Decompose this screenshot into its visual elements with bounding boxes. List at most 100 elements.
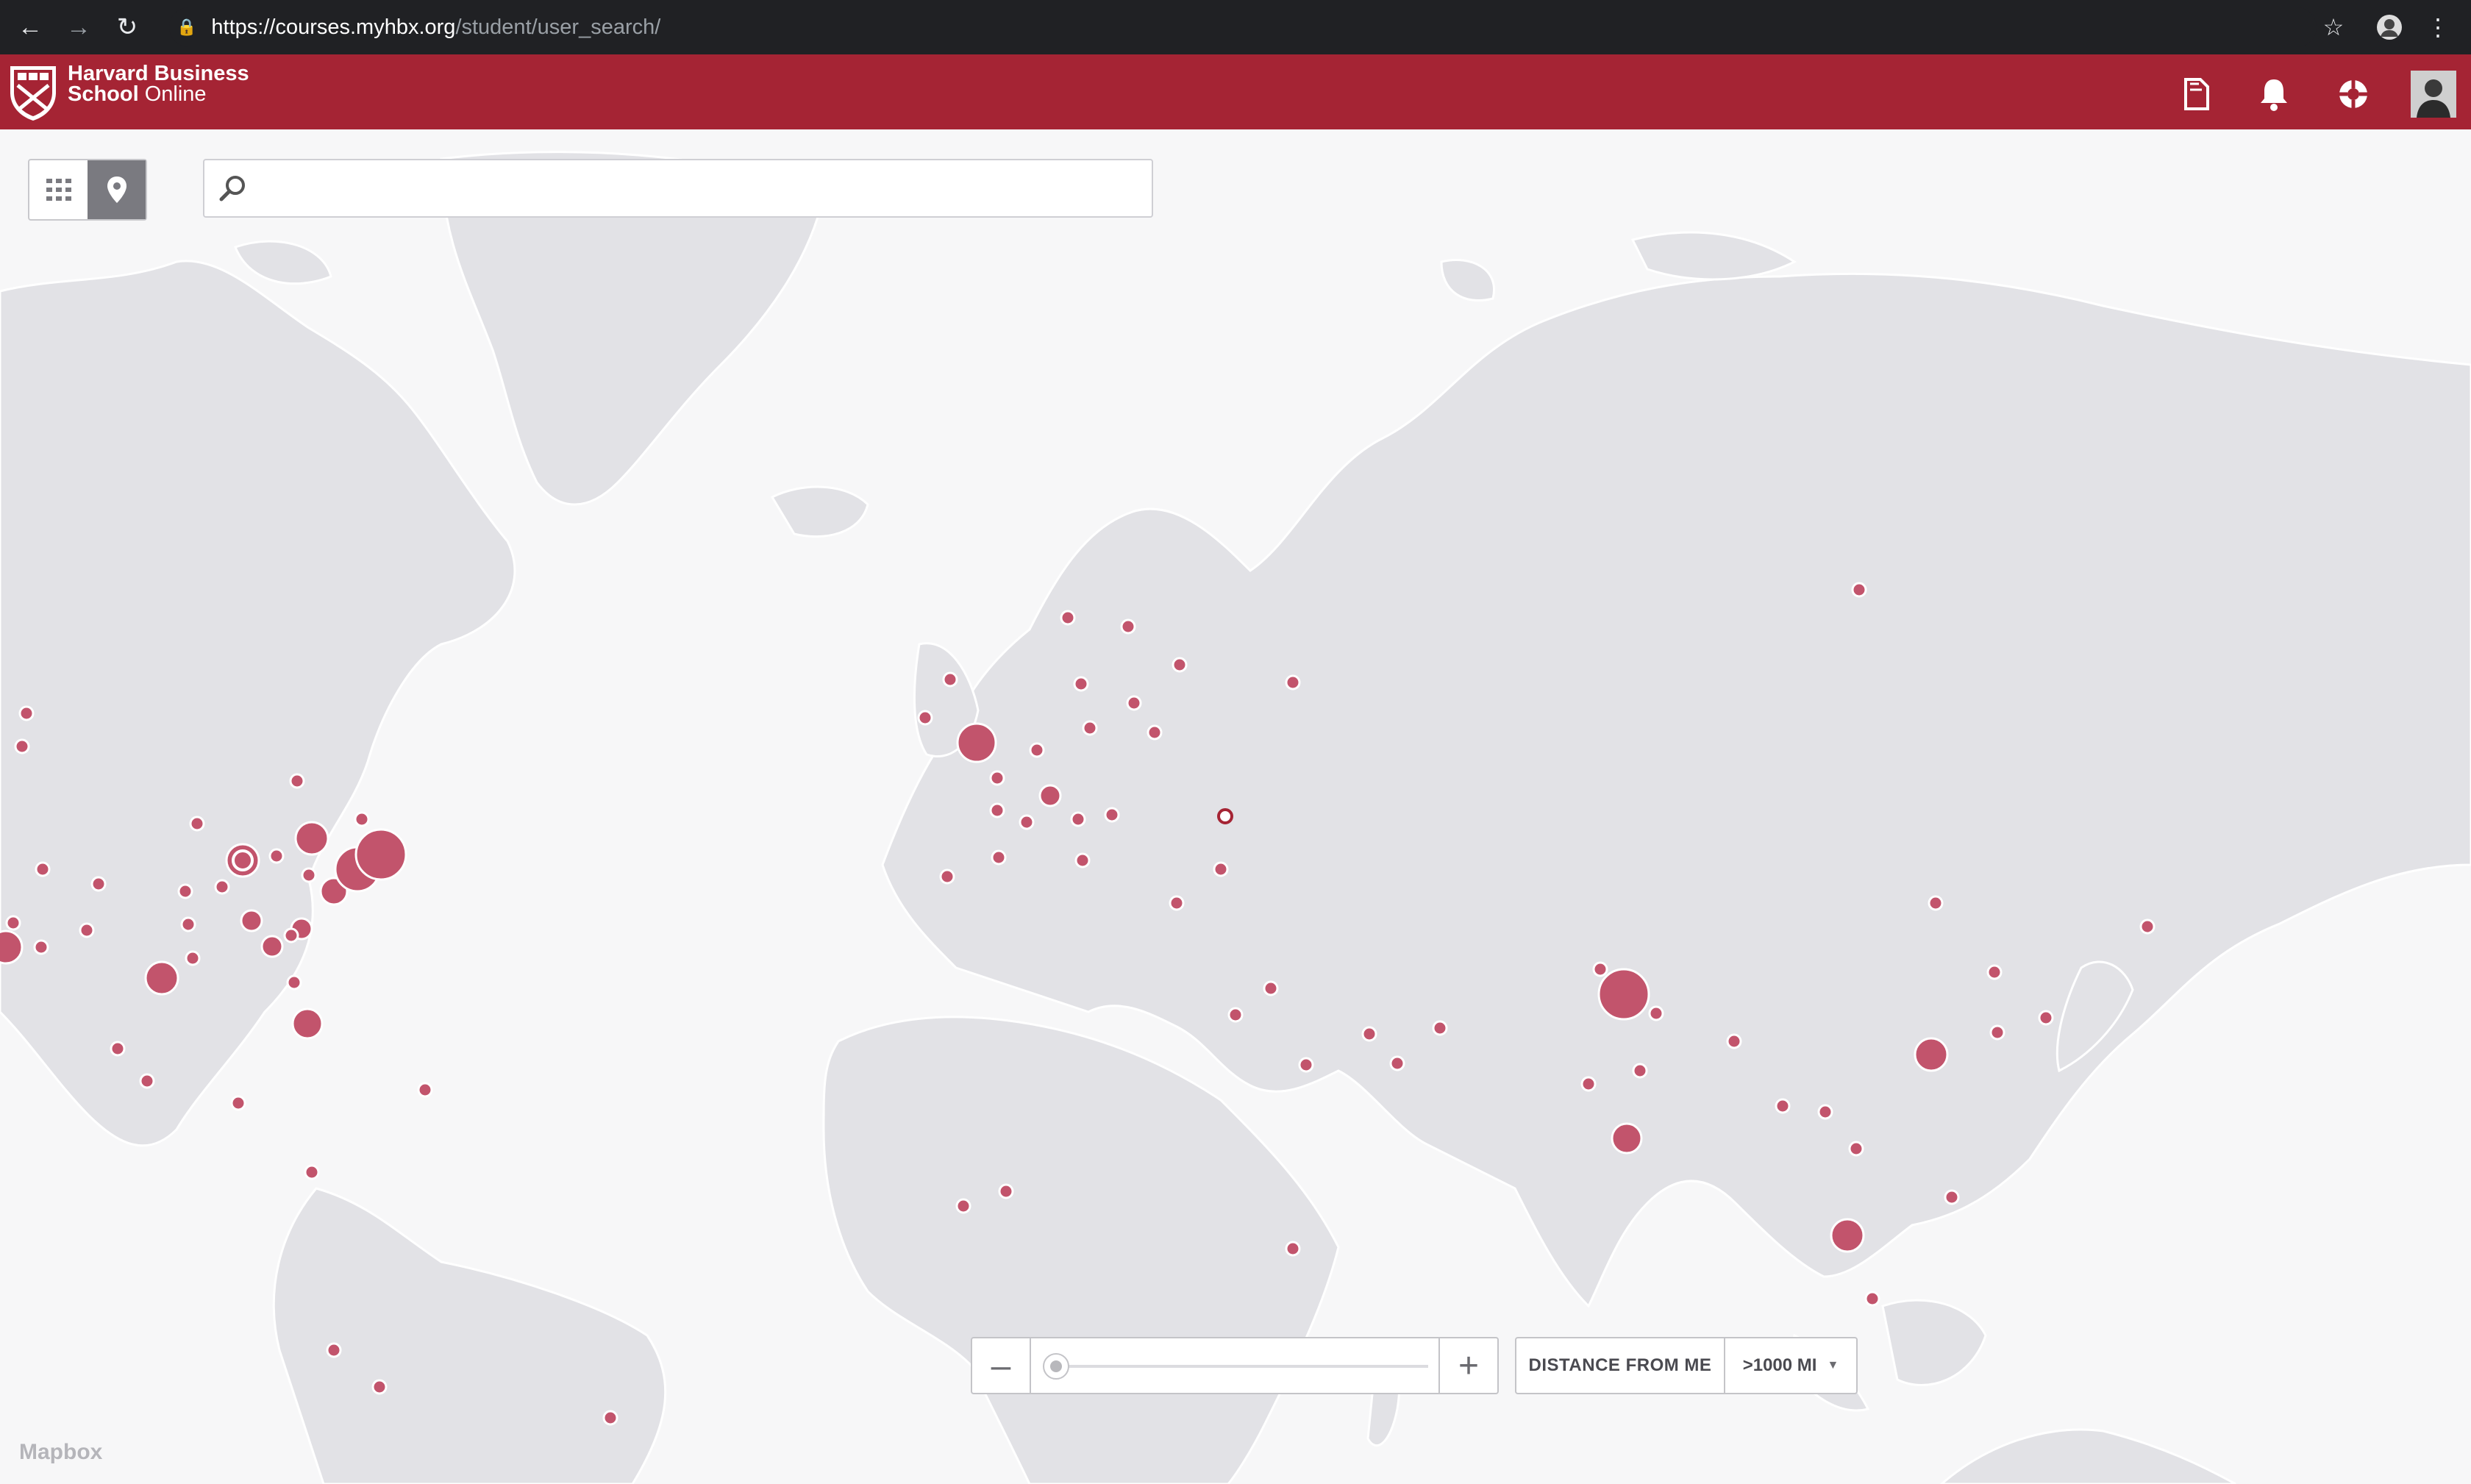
- member-marker[interactable]: [139, 1073, 155, 1089]
- member-marker[interactable]: [286, 974, 302, 991]
- member-marker[interactable]: [185, 950, 201, 966]
- grid-view-button[interactable]: [29, 160, 88, 219]
- distance-dropdown[interactable]: >1000 MI ▼: [1725, 1338, 1856, 1393]
- world-map[interactable]: [0, 129, 2471, 1484]
- member-marker[interactable]: [1361, 1026, 1377, 1042]
- member-marker[interactable]: [1944, 1189, 1960, 1205]
- member-marker[interactable]: [289, 773, 305, 789]
- member-marker[interactable]: [304, 1164, 320, 1180]
- member-marker[interactable]: [35, 861, 51, 877]
- member-marker[interactable]: [240, 909, 263, 932]
- menu-kebab-icon[interactable]: ⋮: [2421, 10, 2455, 44]
- member-marker[interactable]: [1389, 1055, 1405, 1071]
- member-marker[interactable]: [1285, 674, 1301, 691]
- zoom-out-button[interactable]: –: [972, 1338, 1031, 1393]
- member-marker[interactable]: [1817, 1104, 1833, 1120]
- member-marker[interactable]: [0, 930, 24, 965]
- member-marker[interactable]: [1592, 961, 1608, 977]
- member-marker[interactable]: [1227, 1007, 1244, 1023]
- member-marker[interactable]: [326, 1342, 342, 1358]
- member-marker[interactable]: [1285, 1241, 1301, 1257]
- member-marker[interactable]: [354, 828, 407, 881]
- user-avatar[interactable]: [2411, 71, 2456, 118]
- member-marker[interactable]: [291, 1007, 324, 1040]
- member-marker[interactable]: [939, 868, 955, 885]
- member-marker[interactable]: [1597, 968, 1650, 1021]
- member-marker[interactable]: [1070, 811, 1086, 827]
- member-marker[interactable]: [998, 1183, 1014, 1199]
- member-marker[interactable]: [371, 1379, 388, 1395]
- member-marker[interactable]: [1830, 1218, 1865, 1253]
- member-marker[interactable]: [79, 922, 95, 938]
- member-marker[interactable]: [33, 939, 49, 955]
- member-marker[interactable]: [955, 1198, 971, 1214]
- member-marker[interactable]: [225, 843, 260, 878]
- member-marker[interactable]: [417, 1082, 433, 1098]
- member-marker[interactable]: [1432, 1020, 1448, 1036]
- brand-wordmark[interactable]: Harvard Business School Online: [68, 63, 249, 105]
- member-marker[interactable]: [1147, 724, 1163, 741]
- member-marker[interactable]: [14, 738, 30, 755]
- address-bar[interactable]: 🔒 https://courses.myhbx.org/student/user…: [169, 7, 2317, 47]
- member-marker[interactable]: [1648, 1005, 1664, 1021]
- member-marker[interactable]: [2139, 918, 2156, 935]
- member-marker[interactable]: [1038, 784, 1062, 807]
- member-marker[interactable]: [177, 883, 193, 899]
- my-location-marker[interactable]: [1217, 808, 1233, 824]
- bookmark-star-icon[interactable]: ☆: [2317, 10, 2350, 44]
- member-marker[interactable]: [354, 811, 370, 827]
- member-marker[interactable]: [1851, 582, 1867, 598]
- member-marker[interactable]: [1074, 852, 1091, 868]
- mapbox-attribution[interactable]: Mapbox: [19, 1440, 102, 1465]
- zoom-in-button[interactable]: +: [1438, 1338, 1497, 1393]
- forward-arrow-icon[interactable]: →: [62, 10, 96, 44]
- profile-icon[interactable]: [2372, 10, 2406, 44]
- member-marker[interactable]: [5, 915, 21, 931]
- member-marker[interactable]: [1298, 1057, 1314, 1073]
- member-marker[interactable]: [2038, 1010, 2054, 1026]
- member-marker[interactable]: [1928, 895, 1944, 911]
- member-marker[interactable]: [1580, 1076, 1597, 1092]
- member-marker[interactable]: [1611, 1122, 1643, 1155]
- member-marker[interactable]: [989, 802, 1005, 818]
- member-marker[interactable]: [1848, 1141, 1864, 1157]
- map-view-button[interactable]: [88, 160, 146, 219]
- member-marker[interactable]: [1172, 657, 1188, 673]
- member-marker[interactable]: [1986, 964, 2003, 980]
- member-marker[interactable]: [1726, 1033, 1742, 1049]
- member-marker[interactable]: [1029, 742, 1045, 758]
- member-marker[interactable]: [1914, 1037, 1949, 1072]
- member-marker[interactable]: [1120, 618, 1136, 635]
- member-marker[interactable]: [1213, 861, 1229, 877]
- member-marker[interactable]: [942, 671, 958, 688]
- zoom-slider-handle[interactable]: [1043, 1353, 1069, 1380]
- member-marker[interactable]: [1864, 1291, 1880, 1307]
- member-marker[interactable]: [989, 770, 1005, 786]
- member-marker[interactable]: [214, 879, 230, 895]
- member-marker[interactable]: [1632, 1063, 1648, 1079]
- member-marker[interactable]: [144, 960, 179, 996]
- member-marker[interactable]: [1126, 695, 1142, 711]
- member-marker[interactable]: [917, 710, 933, 726]
- member-marker[interactable]: [1775, 1098, 1791, 1114]
- member-marker[interactable]: [1263, 980, 1279, 996]
- member-marker[interactable]: [283, 927, 299, 943]
- back-arrow-icon[interactable]: ←: [13, 10, 47, 44]
- member-marker[interactable]: [294, 821, 329, 856]
- member-marker[interactable]: [1169, 895, 1185, 911]
- member-marker[interactable]: [1082, 720, 1098, 736]
- member-marker[interactable]: [189, 816, 205, 832]
- search-input[interactable]: [256, 160, 1141, 218]
- help-icon[interactable]: [2330, 71, 2377, 118]
- reload-icon[interactable]: ↻: [110, 10, 144, 44]
- member-marker[interactable]: [260, 935, 284, 958]
- member-marker[interactable]: [1989, 1024, 2005, 1041]
- zoom-slider-track[interactable]: [1053, 1365, 1428, 1368]
- member-marker[interactable]: [230, 1095, 246, 1111]
- member-marker[interactable]: [110, 1041, 126, 1057]
- member-marker[interactable]: [602, 1410, 618, 1426]
- member-marker[interactable]: [268, 848, 285, 864]
- member-marker[interactable]: [1104, 807, 1120, 823]
- member-marker[interactable]: [1060, 610, 1076, 626]
- member-marker[interactable]: [18, 705, 35, 721]
